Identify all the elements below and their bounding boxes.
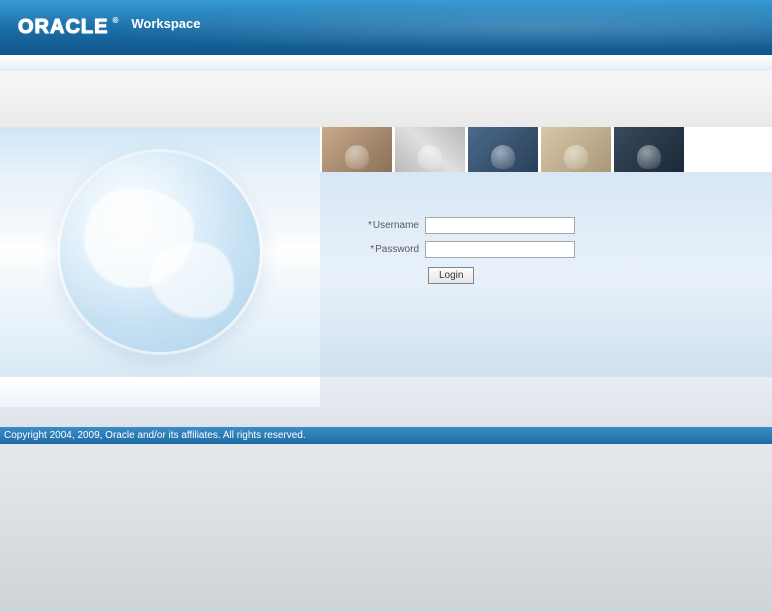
decorative-photo bbox=[322, 127, 392, 172]
button-row: Login bbox=[428, 265, 752, 284]
password-input[interactable] bbox=[425, 241, 575, 258]
bottom-fill bbox=[0, 444, 772, 612]
decorative-left-pane bbox=[0, 127, 320, 377]
brand-logo: ORACLE® bbox=[16, 16, 119, 39]
brand-text: ORACLE bbox=[16, 16, 110, 39]
password-row: *Password bbox=[350, 241, 752, 258]
below-left-strip bbox=[0, 377, 320, 407]
decorative-photo bbox=[395, 127, 465, 172]
header-divider bbox=[0, 55, 772, 71]
username-label: *Username bbox=[350, 220, 425, 231]
decorative-photo bbox=[468, 127, 538, 172]
main-content: *Username *Password Login bbox=[0, 127, 772, 377]
required-marker: * bbox=[368, 220, 372, 231]
username-input[interactable] bbox=[425, 217, 575, 234]
decorative-photo bbox=[541, 127, 611, 172]
login-form: *Username *Password Login bbox=[320, 172, 772, 377]
app-header: ORACLE® Workspace bbox=[0, 0, 772, 55]
username-label-text: Username bbox=[373, 220, 419, 231]
right-pane: *Username *Password Login bbox=[320, 127, 772, 377]
login-button[interactable]: Login bbox=[428, 267, 474, 284]
photo-strip bbox=[320, 127, 772, 172]
below-content bbox=[0, 377, 772, 427]
globe-icon bbox=[60, 152, 260, 352]
required-marker: * bbox=[370, 244, 374, 255]
app-title: Workspace bbox=[131, 16, 200, 31]
spacer bbox=[0, 71, 772, 127]
username-row: *Username bbox=[350, 217, 752, 234]
footer: Copyright 2004, 2009, Oracle and/or its … bbox=[0, 427, 772, 444]
registered-mark: ® bbox=[112, 16, 119, 25]
copyright-text: Copyright 2004, 2009, Oracle and/or its … bbox=[4, 430, 306, 441]
password-label: *Password bbox=[350, 244, 425, 255]
decorative-photo bbox=[614, 127, 684, 172]
password-label-text: Password bbox=[375, 244, 419, 255]
